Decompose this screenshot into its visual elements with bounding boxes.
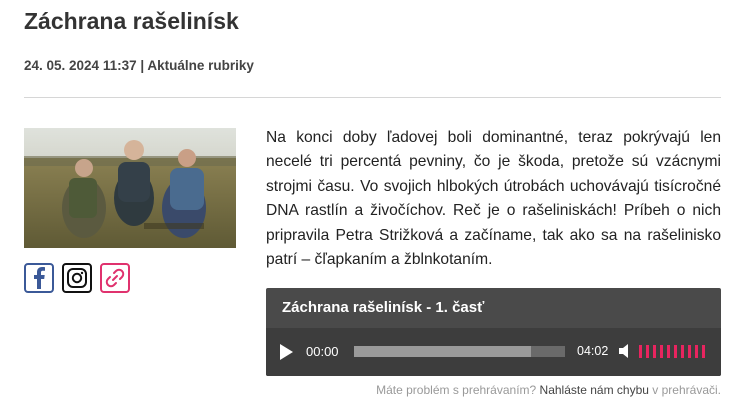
copy-link-button[interactable] [100, 263, 130, 293]
mute-button[interactable] [618, 343, 632, 364]
current-time: 00:00 [306, 344, 339, 359]
instagram-icon [67, 268, 87, 288]
play-button[interactable] [278, 343, 294, 366]
article-body: Na konci doby ľadovej boli dominantné, t… [266, 129, 721, 269]
volume-bar [695, 345, 698, 358]
divider [24, 97, 721, 98]
volume-bar [639, 345, 642, 358]
speaker-icon [619, 344, 628, 358]
social-share [24, 263, 130, 293]
facebook-icon [34, 267, 45, 289]
volume-slider[interactable] [639, 345, 705, 358]
report-link[interactable]: Nahláste nám chybu [540, 383, 649, 397]
volume-bar [653, 345, 656, 358]
volume-bar [702, 345, 705, 358]
player-title: Záchrana rašelinísk - 1. časť [282, 299, 485, 316]
report-prefix: Máte problém s prehrávaním? [376, 383, 537, 397]
volume-bar [681, 345, 684, 358]
report-suffix: v prehrávači. [652, 383, 721, 397]
player-controls: 00:00 04:02 [266, 328, 721, 376]
duration: 04:02 [577, 344, 609, 358]
seek-bar[interactable] [354, 346, 565, 357]
volume-bar [688, 345, 691, 358]
facebook-share-button[interactable] [24, 263, 54, 293]
article-meta: 24. 05. 2024 11:37 | Aktuálne rubriky [24, 58, 254, 73]
page-title: Záchrana rašelinísk [24, 8, 239, 34]
volume-bar [674, 345, 677, 358]
instagram-share-button[interactable] [62, 263, 92, 293]
volume-bar [667, 345, 670, 358]
link-icon [105, 268, 125, 288]
volume-bar [660, 345, 663, 358]
article-photo [24, 128, 236, 248]
report-problem: Máte problém s prehrávaním? Nahláste nám… [376, 383, 721, 397]
volume-bar [646, 345, 649, 358]
play-icon [280, 344, 293, 360]
buffered-progress [354, 346, 532, 357]
audio-player: Záchrana rašelinísk - 1. časť 00:00 04:0… [266, 288, 721, 376]
